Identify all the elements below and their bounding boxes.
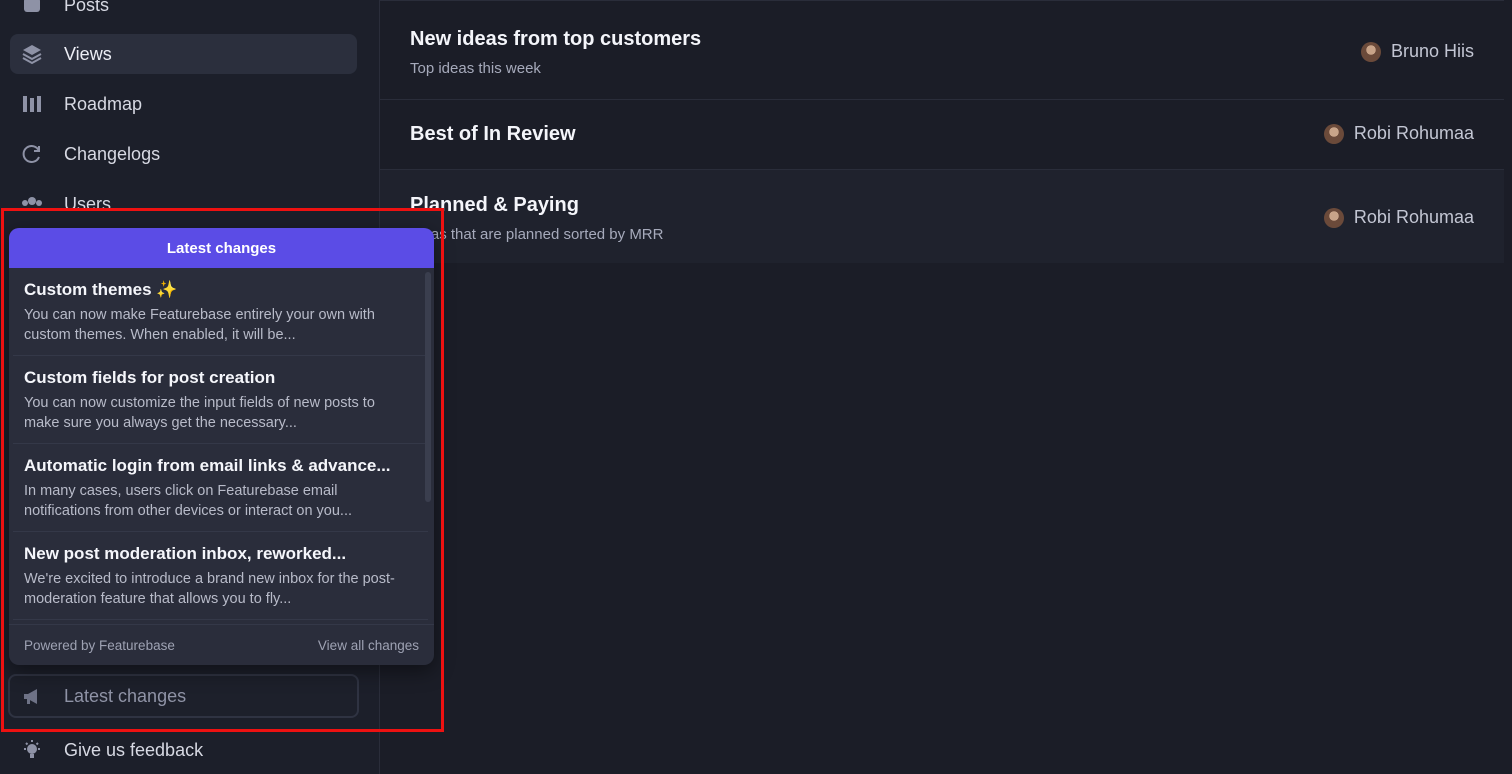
view-row[interactable]: New ideas from top customers Top ideas t… — [380, 0, 1504, 100]
view-owner: Bruno Hiis — [1360, 41, 1474, 62]
refresh-icon — [20, 142, 44, 166]
view-subtitle: Top ideas this week — [410, 60, 541, 77]
layers-icon — [20, 42, 44, 66]
highlight-box — [1, 208, 444, 732]
view-row[interactable]: Best of In Review Robi Rohumaa — [380, 99, 1504, 170]
owner-name: Bruno Hiis — [1390, 41, 1474, 61]
sidebar-item-label: Changelogs — [64, 143, 161, 164]
avatar — [1323, 123, 1344, 144]
sidebar-item-label: Views — [64, 43, 112, 64]
feedback-label: Give us feedback — [64, 739, 204, 760]
sidebar-item-label: Posts — [64, 0, 110, 15]
view-row[interactable]: Planned & Paying Ideas that are planned … — [380, 170, 1504, 263]
sidebar-item-posts[interactable]: Posts — [10, 0, 357, 25]
give-feedback-button[interactable]: Give us feedback — [10, 730, 357, 770]
view-owner: Robi Rohumaa — [1323, 123, 1474, 144]
view-title: Best of In Review — [410, 123, 576, 145]
lightbulb-icon — [20, 738, 44, 762]
roadmap-icon — [20, 92, 44, 116]
avatar — [1323, 207, 1344, 228]
view-owner: Robi Rohumaa — [1323, 207, 1474, 228]
view-title: New ideas from top customers — [410, 28, 702, 50]
sidebar-item-roadmap[interactable]: Roadmap — [10, 84, 357, 124]
avatar — [1360, 41, 1381, 62]
sidebar-item-views[interactable]: Views — [10, 34, 357, 74]
owner-name: Robi Rohumaa — [1353, 123, 1474, 143]
owner-name: Robi Rohumaa — [1353, 207, 1474, 227]
views-list: New ideas from top customers Top ideas t… — [380, 0, 1504, 774]
sidebar-item-changelogs[interactable]: Changelogs — [10, 134, 357, 174]
sidebar-item-label: Roadmap — [64, 93, 143, 114]
view-subtitle: Ideas that are planned sorted by MRR — [410, 226, 664, 243]
posts-icon — [20, 0, 44, 17]
